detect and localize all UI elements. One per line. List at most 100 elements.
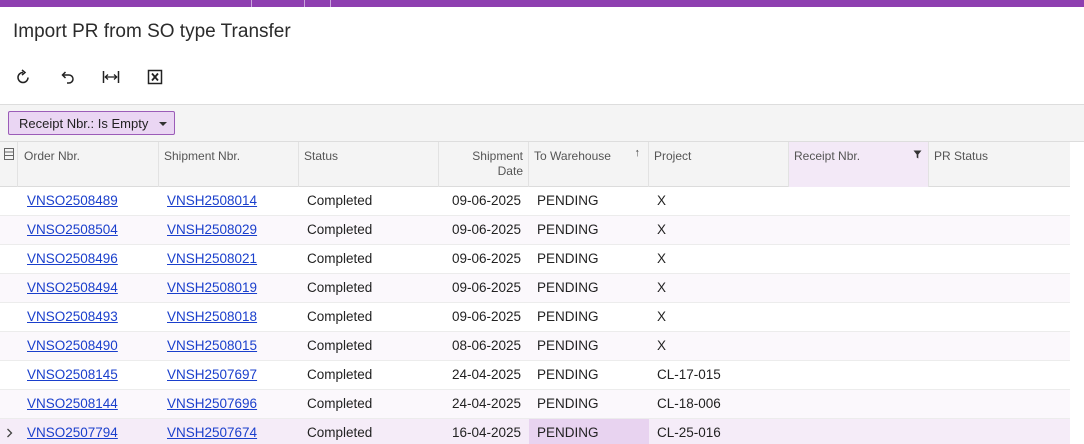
project-cell[interactable]: X	[649, 187, 789, 215]
project-cell[interactable]: X	[649, 332, 789, 360]
to-warehouse-cell[interactable]: PENDING	[529, 303, 649, 331]
pr-status-cell	[929, 419, 1069, 444]
to-warehouse-cell[interactable]: PENDING	[529, 419, 649, 444]
to-warehouse-cell[interactable]: PENDING	[529, 187, 649, 215]
receipt-nbr-cell[interactable]	[789, 274, 929, 302]
shipment-nbr-link[interactable]: VNSH2507697	[159, 361, 299, 389]
status-cell: Completed	[307, 367, 373, 382]
row-selector-header[interactable]	[0, 142, 18, 187]
column-header-order-nbr[interactable]: Order Nbr.	[19, 142, 159, 187]
shipment-date-cell: 09-06-2025	[451, 309, 521, 324]
project-cell[interactable]: X	[649, 216, 789, 244]
table-row[interactable]: VNSO2508489 VNSH2508014 Completed 09-06-202…	[0, 187, 1070, 216]
table-row[interactable]: VNSO2508493 VNSH2508018 Completed 09-06-202…	[0, 303, 1070, 332]
status-cell: Completed	[307, 280, 373, 295]
excel-export-icon	[147, 69, 163, 85]
top-accent-bar	[0, 0, 1084, 7]
filter-chip-receipt-nbr[interactable]: Receipt Nbr.: Is Empty	[8, 111, 175, 135]
fit-width-button[interactable]	[98, 64, 124, 90]
export-excel-button[interactable]	[142, 64, 168, 90]
row-selector[interactable]	[0, 303, 18, 331]
order-nbr-link[interactable]: VNSO2508493	[19, 303, 159, 331]
order-nbr-link[interactable]: VNSO2508145	[19, 361, 159, 389]
column-header-pr-status[interactable]: PR Status	[929, 142, 1069, 187]
top-bar-separator	[330, 0, 331, 7]
to-warehouse-cell[interactable]: PENDING	[529, 245, 649, 273]
row-selector[interactable]	[0, 274, 18, 302]
pr-status-cell	[929, 187, 1069, 215]
column-header-project[interactable]: Project	[649, 142, 789, 187]
shipment-nbr-link[interactable]: VNSH2508015	[159, 332, 299, 360]
pr-status-cell	[929, 303, 1069, 331]
table-row[interactable]: VNSO2508145 VNSH2507697 Completed 24-04-202…	[0, 361, 1070, 390]
order-nbr-link[interactable]: VNSO2508144	[19, 390, 159, 418]
project-cell[interactable]: CL-17-015	[649, 361, 789, 389]
status-cell: Completed	[307, 309, 373, 324]
receipt-nbr-cell[interactable]	[789, 187, 929, 215]
order-nbr-link[interactable]: VNSO2508494	[19, 274, 159, 302]
table-row[interactable]: VNSO2508490 VNSH2508015 Completed 08-06-202…	[0, 332, 1070, 361]
column-header-status[interactable]: Status	[299, 142, 439, 187]
order-nbr-link[interactable]: VNSO2508504	[19, 216, 159, 244]
shipment-date-cell: 24-04-2025	[451, 396, 521, 411]
shipment-nbr-link[interactable]: VNSH2508018	[159, 303, 299, 331]
shipment-nbr-link[interactable]: VNSH2507674	[159, 419, 299, 444]
project-cell[interactable]: X	[649, 245, 789, 273]
sort-ascending-icon: ↑	[634, 147, 641, 159]
to-warehouse-cell[interactable]: PENDING	[529, 361, 649, 389]
column-header-shipment-nbr[interactable]: Shipment Nbr.	[159, 142, 299, 187]
order-nbr-link[interactable]: VNSO2508490	[19, 332, 159, 360]
row-selector[interactable]	[0, 216, 18, 244]
receipt-nbr-cell[interactable]	[789, 419, 929, 444]
receipt-nbr-cell[interactable]	[789, 216, 929, 244]
project-cell[interactable]: X	[649, 303, 789, 331]
receipt-nbr-cell[interactable]	[789, 303, 929, 331]
row-selector[interactable]	[0, 390, 18, 418]
status-cell: Completed	[307, 222, 373, 237]
to-warehouse-cell[interactable]: PENDING	[529, 216, 649, 244]
status-cell: Completed	[307, 338, 373, 353]
receipt-nbr-cell[interactable]	[789, 361, 929, 389]
project-cell[interactable]: CL-25-016	[649, 419, 789, 444]
shipment-nbr-link[interactable]: VNSH2507696	[159, 390, 299, 418]
status-cell: Completed	[307, 425, 373, 440]
order-nbr-link[interactable]: VNSO2507794	[19, 419, 159, 444]
row-selector[interactable]	[0, 419, 18, 444]
chevron-down-icon[interactable]	[159, 122, 167, 126]
shipment-nbr-link[interactable]: VNSH2508019	[159, 274, 299, 302]
pr-status-cell	[929, 390, 1069, 418]
to-warehouse-cell[interactable]: PENDING	[529, 274, 649, 302]
row-selector[interactable]	[0, 361, 18, 389]
to-warehouse-cell[interactable]: PENDING	[529, 390, 649, 418]
receipt-nbr-cell[interactable]	[789, 332, 929, 360]
row-selector[interactable]	[0, 332, 18, 360]
pr-status-cell	[929, 332, 1069, 360]
status-cell: Completed	[307, 396, 373, 411]
to-warehouse-cell[interactable]: PENDING	[529, 332, 649, 360]
shipment-nbr-link[interactable]: VNSH2508014	[159, 187, 299, 215]
project-cell[interactable]: CL-18-006	[649, 390, 789, 418]
project-cell[interactable]: X	[649, 274, 789, 302]
column-header-receipt-nbr[interactable]: Receipt Nbr.	[789, 142, 929, 187]
shipment-nbr-link[interactable]: VNSH2508029	[159, 216, 299, 244]
table-row[interactable]: VNSO2508144 VNSH2507696 Completed 24-04-202…	[0, 390, 1070, 419]
shipment-nbr-link[interactable]: VNSH2508021	[159, 245, 299, 273]
shipment-date-cell: 24-04-2025	[451, 367, 521, 382]
table-row[interactable]: VNSO2508494 VNSH2508019 Completed 09-06-202…	[0, 274, 1070, 303]
column-header-shipment-date[interactable]: Shipment Date	[439, 142, 529, 187]
order-nbr-link[interactable]: VNSO2508489	[19, 187, 159, 215]
order-nbr-link[interactable]: VNSO2508496	[19, 245, 159, 273]
receipt-nbr-cell[interactable]	[789, 245, 929, 273]
row-selector[interactable]	[0, 245, 18, 273]
undo-button[interactable]	[54, 64, 80, 90]
pr-status-cell	[929, 274, 1069, 302]
refresh-button[interactable]	[10, 64, 36, 90]
table-row[interactable]: VNSO2508504 VNSH2508029 Completed 09-06-202…	[0, 216, 1070, 245]
receipt-nbr-cell[interactable]	[789, 390, 929, 418]
refresh-icon	[17, 69, 29, 84]
row-selector[interactable]	[0, 187, 18, 215]
top-bar-separator	[304, 0, 305, 7]
table-row[interactable]: VNSO2507794 VNSH2507674 Completed 16-04-202…	[0, 419, 1070, 444]
column-header-to-warehouse[interactable]: To Warehouse ↑	[529, 142, 649, 187]
table-row[interactable]: VNSO2508496 VNSH2508021 Completed 09-06-202…	[0, 245, 1070, 274]
